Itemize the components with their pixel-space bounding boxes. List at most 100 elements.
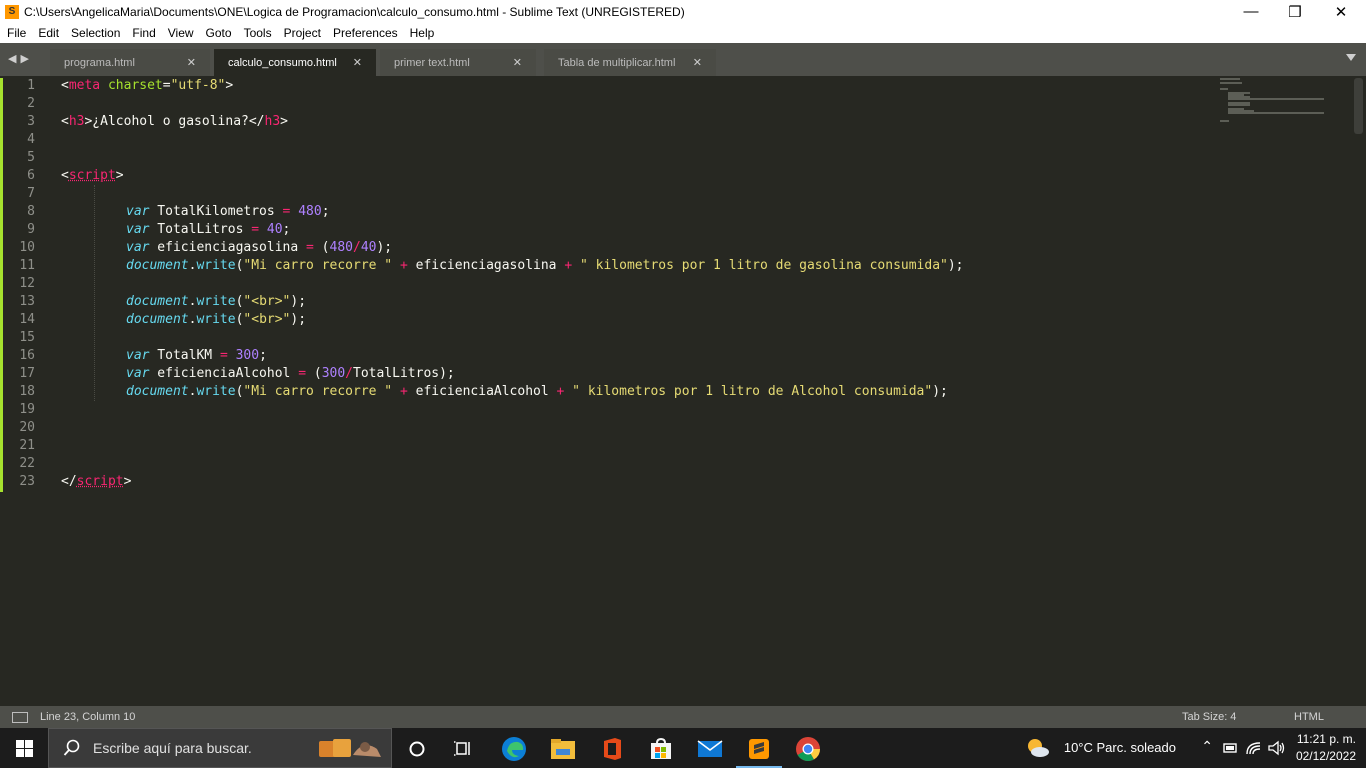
cursor-position: Line 23, Column 10 [40,711,136,723]
code-line-1: <meta charset="utf-8"> [61,78,234,93]
close-icon: ✕ [1334,3,1348,21]
code-line-3: <h3>¿Alcohol o gasolina?</h3> [61,114,288,129]
mail-icon[interactable] [697,736,723,762]
menu-file[interactable]: File [0,26,32,40]
taskbar-search[interactable]: Escribe aquí para buscar. [48,728,392,768]
menu-edit[interactable]: Edit [32,26,65,40]
menu-project[interactable]: Project [278,26,327,40]
code-line-11: document.write("Mi carro recorre " + efi… [126,258,964,273]
code-line-23: </script> [61,474,132,489]
line-number: 9 [27,222,35,237]
tab-calculo-consumo[interactable]: calculo_consumo.html ✕ [214,49,376,76]
menu-selection[interactable]: Selection [65,26,126,40]
close-tab-icon[interactable]: ✕ [513,56,522,69]
window-title: C:\Users\AngelicaMaria\Documents\ONE\Log… [24,4,685,19]
sublime-text-taskbar-icon[interactable] [746,736,772,762]
minimize-icon: — [1243,3,1259,20]
menu-preferences[interactable]: Preferences [327,26,404,40]
task-view-icon[interactable] [451,736,477,762]
tab-primer-text[interactable]: primer text.html ✕ [380,49,536,76]
tab-programa[interactable]: programa.html ✕ [50,49,210,76]
line-number: 7 [27,186,35,201]
line-number: 8 [27,204,35,219]
file-explorer-icon[interactable] [550,736,576,762]
close-tab-icon[interactable]: ✕ [187,56,196,69]
tab-bar: ◀▶ programa.html ✕ calculo_consumo.html … [0,43,1366,76]
line-number: 19 [19,402,35,417]
clock-date: 02/12/2022 [1295,749,1356,763]
tab-label: Tabla de multiplicar.html [558,56,676,69]
tab-tabla-multiplicar[interactable]: Tabla de multiplicar.html ✕ [544,49,716,76]
code-editor[interactable]: 1 2 3 4 5 6 7 8 9 10 11 12 13 14 15 16 1… [0,76,1366,706]
line-number: 17 [19,366,35,381]
code-line-17: var eficienciaAlcohol = (300/TotalLitros… [126,366,455,381]
search-icon [63,739,80,756]
code-line-18: document.write("Mi carro recorre " + efi… [126,384,948,399]
menu-view[interactable]: View [162,26,200,40]
volume-icon[interactable] [1268,740,1286,756]
title-bar: S C:\Users\AngelicaMaria\Documents\ONE\L… [0,0,1366,23]
line-number: 11 [19,258,35,273]
chrome-icon[interactable] [795,736,821,762]
office-icon[interactable] [599,736,625,762]
code-line-9: var TotalLitros = 40; [126,222,291,237]
menu-goto[interactable]: Goto [200,26,238,40]
menu-bar: File Edit Selection Find View Goto Tools… [0,23,1366,43]
code-line-16: var TotalKM = 300; [126,348,267,363]
code-line-14: document.write("<br>"); [126,312,307,327]
line-number: 2 [27,96,35,111]
close-tab-icon[interactable]: ✕ [353,56,362,69]
line-number-gutter: 1 2 3 4 5 6 7 8 9 10 11 12 13 14 15 16 1… [0,76,46,706]
start-button[interactable] [0,728,48,768]
show-hidden-icons-icon[interactable]: ⌃ [1201,738,1213,755]
line-number: 23 [19,474,35,489]
menu-tools[interactable]: Tools [238,26,278,40]
code-line-10: var eficienciagasolina = (480/40); [126,240,393,255]
tab-size[interactable]: Tab Size: 4 [1182,711,1236,723]
status-bar: Line 23, Column 10 Tab Size: 4 HTML [0,706,1366,728]
minimap[interactable] [1218,76,1348,136]
line-number: 15 [19,330,35,345]
tab-label: primer text.html [394,56,470,69]
tab-dropdown-icon[interactable] [1346,54,1356,61]
code-line-13: document.write("<br>"); [126,294,307,309]
line-number: 13 [19,294,35,309]
tab-nav-arrows-icon[interactable]: ◀▶ [8,52,33,65]
weather-text[interactable]: 10°C Parc. soleado [1064,740,1176,755]
line-number: 4 [27,132,35,147]
battery-icon[interactable] [1222,741,1238,755]
menu-help[interactable]: Help [404,26,441,40]
panel-toggle-icon[interactable] [12,711,28,723]
line-number: 16 [19,348,35,363]
line-number: 20 [19,420,35,435]
search-placeholder: Escribe aquí para buscar. [93,740,252,756]
line-number: 6 [27,168,35,183]
search-highlight-icon [319,739,381,757]
line-number: 10 [19,240,35,255]
vertical-scrollbar[interactable] [1354,78,1363,134]
syntax-mode[interactable]: HTML [1294,711,1324,723]
line-number: 1 [27,78,35,93]
windows-logo-icon [15,739,33,757]
wifi-icon[interactable] [1246,740,1262,756]
minimize-button[interactable]: — [1228,0,1274,23]
line-number: 14 [19,312,35,327]
restore-icon: ❒ [1288,3,1302,21]
close-button[interactable]: ✕ [1318,0,1364,23]
code-line-6: <script> [61,168,124,183]
line-number: 3 [27,114,35,129]
edge-browser-icon[interactable] [501,736,527,762]
indent-guide [94,185,95,401]
weather-icon[interactable] [1026,737,1050,759]
menu-find[interactable]: Find [126,26,161,40]
code-line-8: var TotalKilometros = 480; [126,204,330,219]
close-tab-icon[interactable]: ✕ [693,56,702,69]
clock-time: 11:21 p. m. [1296,732,1356,746]
cortana-icon[interactable] [404,736,430,762]
microsoft-store-icon[interactable] [648,736,674,762]
sublime-app-icon: S [5,4,19,19]
maximize-button[interactable]: ❒ [1272,0,1318,23]
clock[interactable]: 11:21 p. m. 02/12/2022 [1296,731,1356,765]
line-number: 22 [19,456,35,471]
line-number: 21 [19,438,35,453]
